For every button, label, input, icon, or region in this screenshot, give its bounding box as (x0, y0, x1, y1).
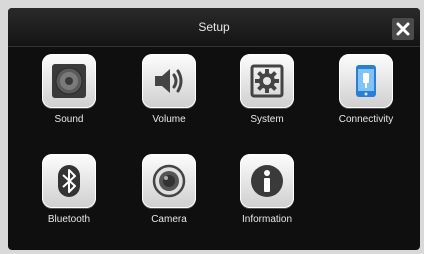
tile-label: System (250, 114, 284, 125)
page-title: Setup (198, 20, 230, 34)
tile-label: Bluetooth (47, 214, 91, 225)
tile-label: Volume (152, 114, 186, 125)
close-icon (396, 22, 410, 36)
header-bar: Setup (8, 8, 420, 47)
tile-label: Camera (151, 214, 187, 225)
tile-bluetooth[interactable]: Bluetooth (26, 154, 112, 246)
close-button[interactable] (392, 18, 414, 40)
tile-connectivity[interactable]: Connectivity (323, 54, 409, 146)
volume-icon (142, 54, 196, 108)
setup-window: Setup Sound Volume System Connectivity B… (8, 8, 420, 250)
bluetooth-icon (42, 154, 96, 208)
tile-system[interactable]: System (224, 54, 310, 146)
info-icon (240, 154, 294, 208)
tile-label: Information (241, 214, 293, 225)
tile-volume[interactable]: Volume (126, 54, 212, 146)
tile-label: Connectivity (338, 114, 394, 125)
camera-icon (142, 154, 196, 208)
speaker-icon (42, 54, 96, 108)
gear-icon (240, 54, 294, 108)
phone-connect-icon (339, 54, 393, 108)
tile-information[interactable]: Information (224, 154, 310, 246)
tile-camera[interactable]: Camera (126, 154, 212, 246)
tile-sound[interactable]: Sound (26, 54, 112, 146)
tile-label: Sound (54, 114, 84, 125)
